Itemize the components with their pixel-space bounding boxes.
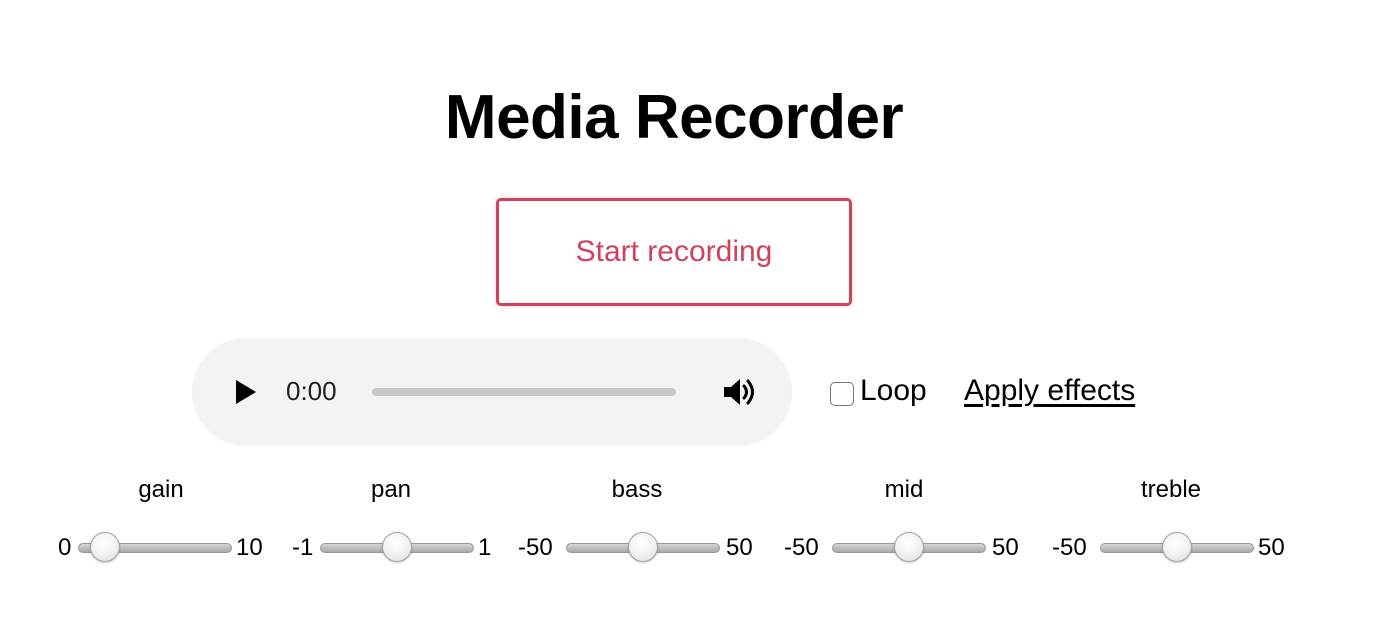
gain-slider-thumb[interactable]	[90, 532, 120, 562]
page-title: Media Recorder	[444, 83, 904, 152]
apply-effects-link[interactable]: Apply effects	[964, 374, 1135, 408]
mid-slider-thumb[interactable]	[894, 532, 924, 562]
bass-min: -50	[518, 534, 553, 561]
mid-min: -50	[784, 534, 819, 561]
treble-max: 50	[1258, 534, 1285, 561]
gain-label: gain	[138, 476, 184, 503]
media-recorder-page: Media Recorder Start recording 0:00 Loop…	[0, 0, 1376, 622]
pan-min: -1	[292, 534, 314, 561]
mid-label: mid	[884, 476, 924, 503]
gain-max: 10	[236, 534, 263, 561]
volume-icon[interactable]	[722, 376, 758, 408]
bass-max: 50	[726, 534, 753, 561]
start-recording-button[interactable]: Start recording	[496, 198, 852, 306]
bass-label: bass	[611, 476, 663, 503]
progress-bar[interactable]	[372, 388, 676, 396]
play-icon[interactable]	[236, 380, 256, 404]
current-time: 0:00	[286, 376, 337, 406]
loop-checkbox[interactable]	[830, 382, 854, 406]
pan-slider-thumb[interactable]	[382, 532, 412, 562]
treble-slider-thumb[interactable]	[1162, 532, 1192, 562]
loop-label: Loop	[860, 374, 927, 407]
treble-min: -50	[1052, 534, 1087, 561]
treble-label: treble	[1140, 476, 1202, 503]
gain-min: 0	[58, 534, 72, 561]
mid-max: 50	[992, 534, 1019, 561]
pan-max: 1	[478, 534, 492, 561]
bass-slider-thumb[interactable]	[628, 532, 658, 562]
pan-label: pan	[370, 476, 412, 503]
